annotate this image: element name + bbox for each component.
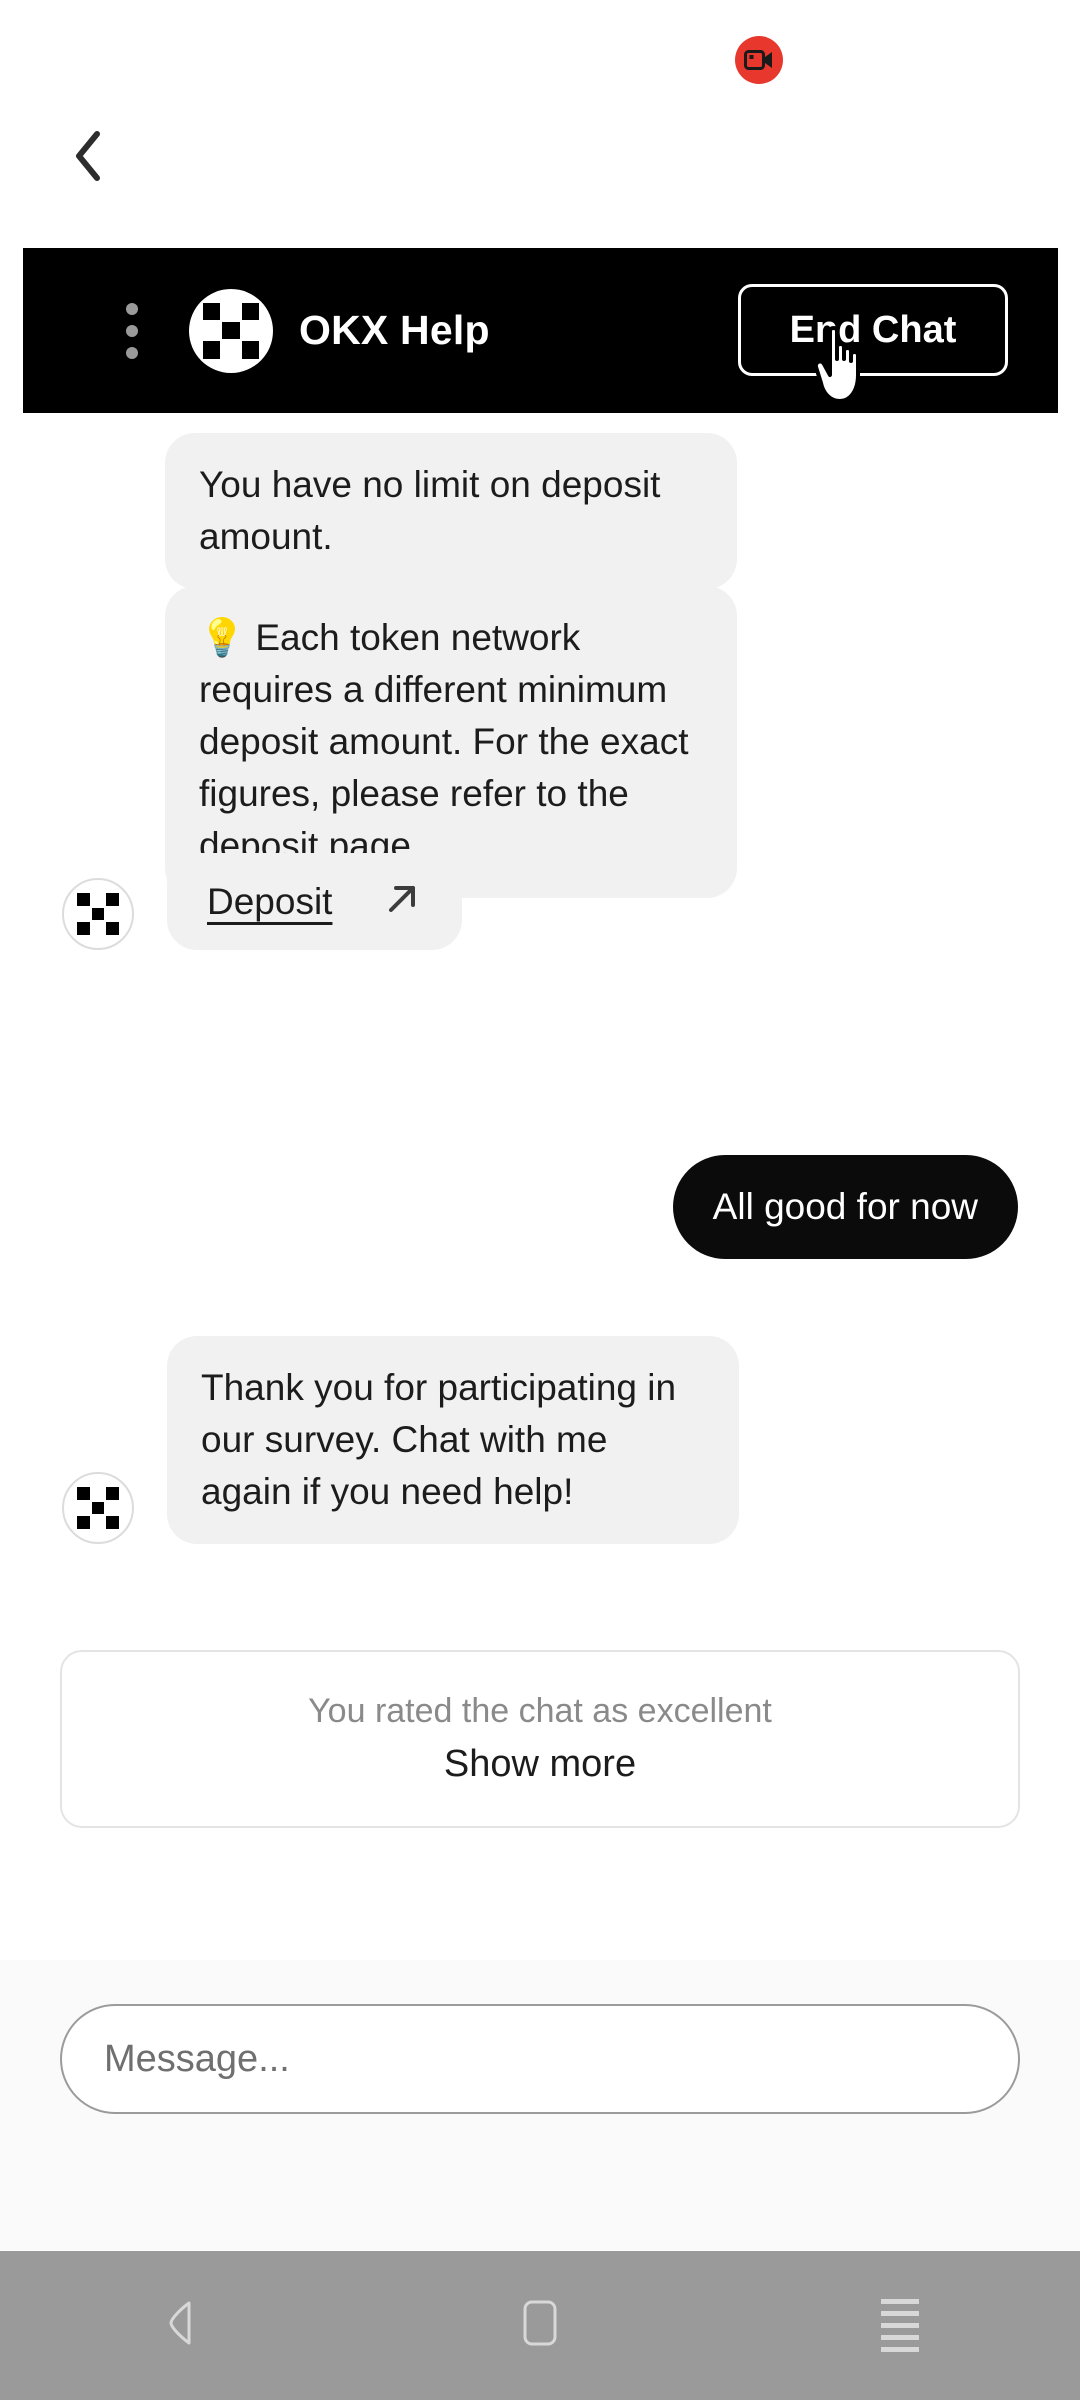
external-link-arrow-icon — [382, 879, 422, 924]
nav-home-button[interactable] — [460, 2251, 620, 2400]
message-input-placeholder: Message... — [104, 2037, 290, 2080]
nav-back-button[interactable] — [100, 2251, 260, 2400]
avatar — [62, 878, 134, 950]
message-bubble: All good for now — [672, 1155, 1018, 1259]
rating-card: You rated the chat as excellent Show mor… — [60, 1650, 1020, 1828]
chat-header: OKX Help End Chat — [23, 248, 1058, 413]
nav-recents-button[interactable] — [820, 2251, 980, 2400]
page-title: OKX Help — [299, 307, 490, 353]
message-row-bot: Thank you for participating in our surve… — [62, 1336, 739, 1544]
deposit-link-button[interactable]: Deposit — [167, 853, 463, 950]
show-more-button[interactable]: Show more — [444, 1743, 636, 1786]
end-chat-button[interactable]: End Chat — [738, 284, 1008, 376]
message-row-bot: You have no limit on deposit amount. — [165, 433, 737, 589]
message-bubble: Thank you for participating in our surve… — [167, 1336, 739, 1544]
message-row-user: All good for now — [672, 1155, 1018, 1259]
home-square-icon — [522, 2299, 558, 2352]
rating-status-text: You rated the chat as excellent — [308, 1692, 772, 1730]
android-navbar — [0, 2251, 1080, 2400]
back-chevron-icon — [71, 130, 105, 187]
video-camera-icon — [744, 49, 774, 71]
message-input[interactable]: Message... — [60, 2004, 1020, 2114]
screen-recording-badge[interactable] — [735, 36, 783, 84]
avatar — [62, 1472, 134, 1544]
message-bubble: You have no limit on deposit amount. — [165, 433, 737, 589]
deposit-link-label: Deposit — [207, 880, 333, 922]
okx-logo-icon — [189, 288, 273, 373]
message-bubble: 💡 Each token network requires a differen… — [165, 586, 737, 898]
phone-screen: OKX Help End Chat You have no limit on d… — [0, 0, 1080, 2400]
message-row-bot: Deposit — [62, 853, 463, 950]
back-triangle-icon — [159, 2300, 201, 2351]
recents-lines-icon — [881, 2299, 919, 2352]
message-row-bot: 💡 Each token network requires a differen… — [165, 586, 737, 898]
kebab-menu-icon[interactable] — [118, 302, 146, 359]
back-button[interactable] — [62, 130, 114, 187]
